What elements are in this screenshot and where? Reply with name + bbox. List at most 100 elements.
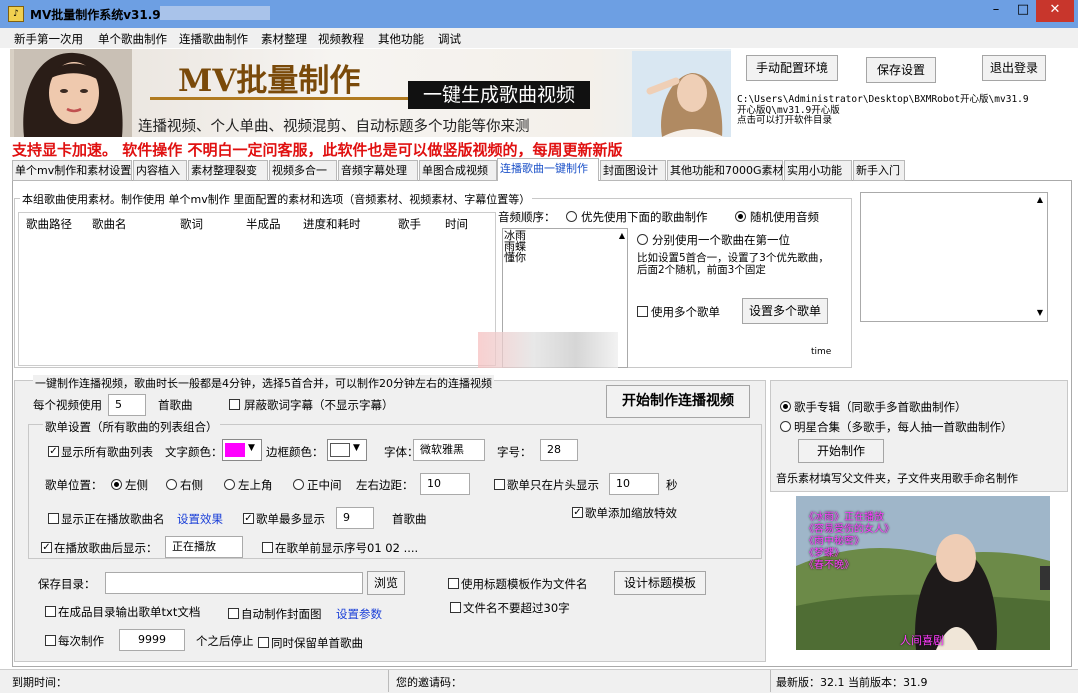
after-playing-label: 在播放歌曲后显示： [54,541,158,555]
pos-topleft-label: 左上角 [238,478,273,492]
every-checkbox[interactable] [45,635,56,646]
after-playing-checkbox: ✓ [41,542,52,553]
scroll-up-icon[interactable]: ▲ [619,231,625,240]
max-show-checkbox: ✓ [243,513,254,524]
window-title: MV批量制作系统v31.9 [30,8,161,22]
title-template-label: 使用标题模板作为文件名 [461,577,588,591]
size-label: 字号： [497,445,532,459]
menu-single-song[interactable]: 单个歌曲制作 [98,31,167,47]
tab-video-merge[interactable]: 视频多合一 [269,160,337,181]
head-seconds-input[interactable]: 10 [609,473,659,495]
menu-newbie[interactable]: 新手第一次用 [14,31,83,47]
show-index-label: 在歌单前显示序号01 02 .... [275,541,419,555]
save-settings-button[interactable]: 保存设置 [866,57,936,83]
after-playing-input[interactable]: 正在播放 [165,536,243,558]
start-continuous-button[interactable]: 开始制作连播视频 [606,385,750,418]
every-input[interactable]: 9999 [119,629,185,651]
configure-env-button[interactable]: 手动配置环境 [746,55,838,81]
set-multi-list-button[interactable]: 设置多个歌单 [742,298,828,324]
close-button[interactable]: ✕ [1036,0,1074,22]
tab-image-to-video[interactable]: 单图合成视频 [419,160,497,181]
song-list[interactable] [18,212,496,366]
design-template-button[interactable]: 设计标题模板 [614,571,706,595]
per-video-unit: 首歌曲 [158,398,193,412]
preview-song-5: 《春不晚》 [804,560,854,571]
col-song-name[interactable]: 歌曲名 [92,216,127,232]
start-make-button[interactable]: 开始制作 [798,439,884,463]
radio-random-audio[interactable] [735,211,746,222]
show-index-checkbox[interactable] [262,542,273,553]
pos-center-label: 正中间 [307,478,342,492]
radio-singer-album[interactable] [780,401,791,412]
status-version: 最新版：32.1 当前版本：31.9 [776,676,928,689]
scroll-down-icon[interactable]: ▼ [1037,308,1043,317]
margin-input[interactable]: 10 [420,473,470,495]
col-progress[interactable]: 进度和耗时 [303,216,361,232]
radio-pos-topleft[interactable] [224,479,235,490]
per-video-input[interactable]: 5 [108,394,146,416]
maximize-button[interactable]: □ [1010,0,1036,22]
size-input[interactable]: 28 [540,439,578,461]
radio-pos-center[interactable] [293,479,304,490]
export-txt-label: 在成品目录输出歌单txt文档 [58,605,201,619]
col-song-path[interactable]: 歌曲路径 [26,216,72,232]
random-audio-label: 随机使用音频 [750,210,819,224]
notice-banner: 支持显卡加速。 软件操作 不明白一定问客服，此软件也是可以做竖版视频的，每周更新… [12,141,623,159]
menu-tutorials[interactable]: 视频教程 [318,31,364,47]
name-limit-checkbox[interactable] [450,602,461,613]
tab-material-split[interactable]: 素材整理裂变 [188,160,268,181]
col-time[interactable]: 时间 [445,216,468,232]
max-show-input[interactable]: 9 [336,507,374,529]
show-playing-checkbox[interactable] [48,513,59,524]
radio-each-first[interactable] [637,234,648,245]
font-input[interactable]: 微软雅黑 [413,439,485,461]
zoom-effect-label: 歌单添加缩放特效 [585,506,677,520]
tab-continuous-songs[interactable]: 连播歌曲一键制作 [497,158,599,182]
multi-list-checkbox[interactable] [637,306,648,317]
menu-materials[interactable]: 素材整理 [261,31,307,47]
chevron-down-icon: ▼ [353,443,360,453]
col-singer[interactable]: 歌手 [398,216,421,232]
text-color-picker[interactable]: ▼ [222,439,262,461]
tab-cover-design[interactable]: 封面图设计 [600,160,666,181]
radio-priority-songs[interactable] [566,211,577,222]
blurred-watermark [478,332,618,368]
col-semi-finished[interactable]: 半成品 [246,216,281,232]
name-limit-label: 文件名不要超过30字 [463,601,570,615]
border-color-picker[interactable]: ▼ [327,439,367,461]
radio-pos-right[interactable] [166,479,177,490]
tab-tools[interactable]: 实用小功能 [784,160,852,181]
browse-button[interactable]: 浏览 [367,571,405,595]
radio-star-collection[interactable] [780,421,791,432]
radio-pos-left[interactable] [111,479,122,490]
export-txt-checkbox[interactable] [45,606,56,617]
scroll-up-icon[interactable]: ▲ [1037,195,1043,204]
menu-other[interactable]: 其他功能 [378,31,424,47]
tab-single-mv[interactable]: 单个mv制作和素材设置 [12,160,132,181]
status-divider [770,670,771,692]
tab-content-insert[interactable]: 内容植入 [133,160,187,181]
menu-continuous[interactable]: 连播歌曲制作 [179,31,248,47]
margin-label: 左右边距： [356,478,414,492]
set-effect-link[interactable]: 设置效果 [177,511,223,527]
only-head-checkbox[interactable] [494,479,505,490]
hide-lyrics-checkbox[interactable] [229,399,240,410]
model-photo-right [632,51,731,137]
auto-cover-checkbox[interactable] [228,608,239,619]
show-all-checkbox: ✓ [48,446,59,457]
only-head-label: 歌单只在片头显示 [507,478,599,492]
save-dir-input[interactable] [105,572,363,594]
col-lyrics[interactable]: 歌词 [180,216,203,232]
menu-debug[interactable]: 调试 [438,31,461,47]
model-photo-left [14,49,132,137]
logout-button[interactable]: 退出登录 [982,55,1046,81]
tab-audio-subtitle[interactable]: 音频字幕处理 [338,160,418,181]
log-textbox[interactable]: ▲ ▼ [860,192,1048,322]
tab-other-functions[interactable]: 其他功能和7000G素材 [667,160,784,181]
minimize-button[interactable]: – [982,0,1010,22]
keep-single-checkbox[interactable] [258,637,269,648]
app-path-link[interactable]: C:\Users\Administrator\Desktop\BXMRobot开… [737,94,1029,127]
set-params-link[interactable]: 设置参数 [336,606,382,622]
tab-newbie[interactable]: 新手入门 [853,160,905,181]
title-template-checkbox[interactable] [448,578,459,589]
